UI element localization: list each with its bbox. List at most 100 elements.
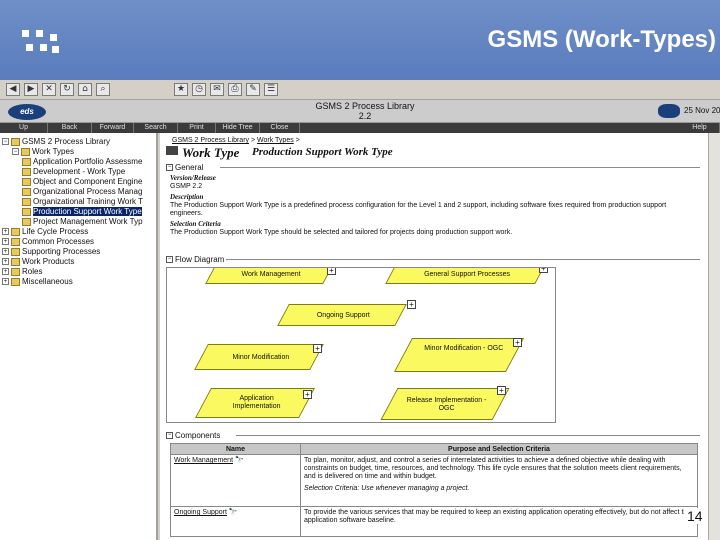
stop-icon[interactable]: ✕	[42, 83, 56, 96]
flow-node[interactable]: Release Implementation - OGC	[380, 388, 510, 420]
flow-node[interactable]: Minor Modification	[194, 344, 324, 370]
binoculars-icon[interactable]: 🔭	[235, 457, 244, 464]
component-name-cell: Work Management 🔭	[170, 454, 301, 507]
component-criteria-text: Selection Criteria: Use whenever managin…	[304, 485, 470, 492]
section-flow-header[interactable]: − Flow Diagram	[166, 255, 700, 264]
folder-icon	[11, 237, 20, 246]
folder-icon	[11, 257, 20, 266]
tree-item[interactable]: − GSMS 2 Process Library	[2, 137, 110, 147]
component-link[interactable]: Ongoing Support	[174, 509, 227, 516]
table-header-row: Name Purpose and Selection Criteria	[170, 443, 698, 455]
vertical-scrollbar[interactable]	[708, 133, 720, 540]
expand-icon[interactable]: +	[327, 268, 336, 275]
nav-help-button[interactable]: Help	[680, 123, 720, 133]
edit-icon[interactable]: ✎	[246, 83, 260, 96]
print-icon[interactable]: ⎙	[228, 83, 242, 96]
search-icon[interactable]: ⌕	[96, 83, 110, 96]
tree-item[interactable]: Development - Work Type	[22, 167, 125, 177]
breadcrumb-item-library[interactable]: GSMS 2 Process Library	[172, 137, 249, 144]
discuss-icon[interactable]: ☰	[264, 83, 278, 96]
home-icon[interactable]: ⌂	[78, 83, 92, 96]
slide: GSMS (Work-Types) ◀ ▶ ✕ ↻ ⌂ ⌕ ★ ◷ ✉ ⎙ ✎ ☰ eds GSMS …	[0, 0, 720, 540]
section-general-header[interactable]: − General	[166, 163, 700, 172]
flow-diagram: Work Management + General Support Proces…	[166, 267, 556, 423]
expand-icon[interactable]: +	[2, 248, 9, 256]
nav-back-button[interactable]: Back	[48, 123, 92, 133]
divider	[220, 167, 700, 168]
flow-node[interactable]: General Support Processes	[385, 268, 547, 284]
tree-item-label: Production Support Work Type	[33, 207, 142, 216]
section-components-header[interactable]: − Components	[166, 431, 700, 440]
collapse-icon[interactable]: −	[166, 256, 173, 264]
nav-forward-button[interactable]: Forward	[92, 123, 134, 133]
collapse-icon[interactable]: −	[2, 138, 9, 146]
tree-item[interactable]: + Roles	[2, 267, 42, 277]
version-value: GSMP 2.2	[170, 183, 203, 190]
tree-item-label: Organizational Training Work T	[33, 197, 143, 206]
app-title: GSMS 2 Process Library 2.2	[300, 101, 430, 121]
nav-hide-tree-button[interactable]: Hide Tree	[216, 123, 260, 133]
tree-item[interactable]: Application Portfolio Assessme	[22, 157, 142, 167]
collapse-icon[interactable]: −	[12, 148, 19, 156]
tree-item[interactable]: + Miscellaneous	[2, 277, 73, 287]
tree-item[interactable]: Object and Component Engine	[22, 177, 142, 187]
tree-item[interactable]: + Supporting Processes	[2, 247, 100, 257]
tree-item[interactable]: − Work Types	[12, 147, 74, 157]
expand-icon[interactable]: +	[497, 386, 506, 395]
binoculars-icon[interactable]: 🔭	[229, 509, 238, 516]
browser-screenshot: ◀ ▶ ✕ ↻ ⌂ ⌕ ★ ◷ ✉ ⎙ ✎ ☰ eds GSMS 2 Process Library …	[0, 80, 720, 540]
flow-node[interactable]: Application Implementation	[195, 388, 315, 418]
tree-item-label: Work Products	[22, 257, 75, 266]
app-title-text: GSMS 2 Process Library	[315, 101, 415, 111]
expand-icon[interactable]: +	[2, 278, 9, 286]
expand-icon[interactable]: +	[2, 268, 9, 276]
nav-search-button[interactable]: Search	[134, 123, 178, 133]
flow-node-label: Application Implementation	[232, 395, 281, 410]
tree-item[interactable]: + Common Processes	[2, 237, 94, 247]
expand-icon[interactable]: +	[313, 344, 322, 353]
forward-icon[interactable]: ▶	[24, 83, 38, 96]
expand-icon[interactable]: +	[2, 238, 9, 246]
expand-icon[interactable]: +	[2, 228, 9, 236]
tree-item[interactable]: + Work Products	[2, 257, 74, 267]
component-purpose-text: To provide the various services that may…	[304, 509, 692, 524]
folder-icon	[22, 187, 31, 196]
folder-icon	[11, 137, 20, 146]
breadcrumb-item-work-types[interactable]: Work Types	[257, 137, 294, 144]
history-icon[interactable]: ◷	[192, 83, 206, 96]
expand-icon[interactable]: +	[407, 300, 416, 309]
expand-icon[interactable]: +	[2, 258, 9, 266]
expand-icon[interactable]: +	[539, 268, 548, 273]
flow-node-label: Work Management	[241, 271, 301, 278]
tree-item[interactable]: Production Support Work Type	[22, 207, 142, 217]
component-link[interactable]: Work Management	[174, 457, 233, 464]
refresh-icon[interactable]: ↻	[60, 83, 74, 96]
expand-icon[interactable]: +	[513, 338, 522, 347]
criteria-text: The Production Support Work Type should …	[170, 229, 513, 236]
tree-item[interactable]: Organizational Process Manag	[22, 187, 142, 197]
section-components-title: Components	[175, 431, 221, 440]
criteria-label: Selection Criteria	[170, 220, 221, 228]
mail-icon[interactable]: ✉	[210, 83, 224, 96]
folder-icon	[22, 197, 31, 206]
heading-label: Work Type	[182, 145, 240, 160]
nav-close-button[interactable]: Close	[260, 123, 300, 133]
tree-item-label: Supporting Processes	[22, 247, 101, 256]
section-flow-title: Flow Diagram	[175, 255, 225, 264]
nav-up-button[interactable]: Up	[0, 123, 48, 133]
flow-node[interactable]: Minor Modification - OGC	[393, 338, 525, 372]
favorites-icon[interactable]: ★	[174, 83, 188, 96]
flow-node[interactable]: Ongoing Support	[277, 304, 407, 326]
tree-item[interactable]: + Life Cycle Process	[2, 227, 88, 237]
back-icon[interactable]: ◀	[6, 83, 20, 96]
tree-item[interactable]: Organizational Training Work T	[22, 197, 143, 207]
tree-item[interactable]: Project Management Work Typ	[22, 217, 143, 227]
collapse-icon[interactable]: −	[166, 432, 173, 440]
expand-icon[interactable]: +	[303, 390, 312, 399]
flow-node[interactable]: Work Management	[205, 268, 335, 284]
nav-print-button[interactable]: Print	[178, 123, 216, 133]
work-type-icon	[166, 146, 178, 155]
slide-title: GSMS (Work-Types)	[487, 26, 716, 53]
flow-node-label: General Support Processes	[424, 271, 511, 278]
collapse-icon[interactable]: −	[166, 164, 173, 172]
